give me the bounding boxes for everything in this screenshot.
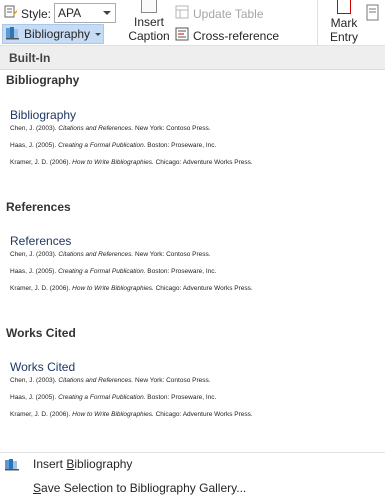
gallery-entry-works-cited-preview[interactable]: Works Cited Chen, J. (2003). Citations a… <box>10 360 253 428</box>
save-selection-menu-item[interactable]: Save Selection to Bibliography Gallery..… <box>0 477 385 499</box>
cross-reference-label: Cross-reference <box>193 28 280 43</box>
style-label-group: Style: <box>4 5 51 22</box>
ribbon-separator <box>317 0 318 46</box>
style-label: Style: <box>21 6 52 21</box>
mark-entry-line2: Entry <box>329 30 358 44</box>
bibliography-label: Bibliography <box>24 27 91 41</box>
gallery-entry-references-preview[interactable]: References Chen, J. (2003). Citations an… <box>10 234 253 302</box>
built-in-section-header: Built-In <box>0 46 385 70</box>
insert-index-icon[interactable] <box>366 4 380 27</box>
citation-line: Chen, J. (2003). Citations and Reference… <box>10 251 211 258</box>
mark-entry-icon <box>337 0 351 14</box>
update-table-button[interactable]: Update Table <box>175 5 264 22</box>
mark-entry-button[interactable]: Mark Entry <box>327 0 361 44</box>
citation-line: Kramer, J. D. (2006). How to Write Bibli… <box>10 285 253 292</box>
style-dropdown[interactable]: APA <box>54 3 116 23</box>
insert-caption-line1: Insert <box>133 15 164 29</box>
insert-bibliography-label: Insert Bibliography <box>33 457 133 471</box>
cross-reference-button[interactable]: Cross-reference <box>175 27 279 44</box>
preview-title: Works Cited <box>10 360 76 374</box>
chevron-down-icon <box>103 11 111 15</box>
insert-bibliography-icon <box>4 456 22 475</box>
bibliography-icon <box>5 25 21 43</box>
save-selection-label: Save Selection to Bibliography Gallery..… <box>33 481 247 495</box>
citation-line: Kramer, J. D. (2006). How to Write Bibli… <box>10 159 253 166</box>
citation-line: Chen, J. (2003). Citations and Reference… <box>10 377 211 384</box>
gallery-entry-references-heading[interactable]: References <box>6 200 71 214</box>
citation-line: Haas, J. (2005). Creating a Formal Publi… <box>10 394 217 401</box>
insert-caption-button[interactable]: Insert Caption <box>128 0 170 43</box>
update-table-label: Update Table <box>193 6 264 21</box>
style-icon <box>4 5 18 22</box>
preview-title: References <box>10 234 72 248</box>
citation-line: Chen, J. (2003). Citations and Reference… <box>10 125 211 132</box>
citation-line: Kramer, J. D. (2006). How to Write Bibli… <box>10 411 253 418</box>
mark-entry-line1: Mark <box>330 16 358 30</box>
bibliography-gallery: Built-In Bibliography Bibliography Chen,… <box>0 46 385 500</box>
ribbon: Style: APA Bibliography Insert Caption U… <box>0 0 385 46</box>
chevron-down-icon <box>95 32 102 36</box>
citation-line: Haas, J. (2005). Creating a Formal Publi… <box>10 268 217 275</box>
caption-icon <box>141 0 157 13</box>
bibliography-button[interactable]: Bibliography <box>2 24 104 44</box>
style-value: APA <box>58 6 82 20</box>
gallery-entry-works-cited-heading[interactable]: Works Cited <box>6 326 76 340</box>
cross-reference-icon <box>175 27 189 44</box>
update-table-icon <box>175 5 189 22</box>
gallery-entry-bibliography-heading[interactable]: Bibliography <box>6 73 79 87</box>
insert-caption-line2: Caption <box>128 29 170 43</box>
insert-bibliography-menu-item[interactable]: Insert Bibliography <box>0 453 385 475</box>
citation-line: Haas, J. (2005). Creating a Formal Publi… <box>10 142 217 149</box>
preview-title: Bibliography <box>10 108 77 122</box>
gallery-entry-bibliography-preview[interactable]: Bibliography Chen, J. (2003). Citations … <box>10 108 253 176</box>
